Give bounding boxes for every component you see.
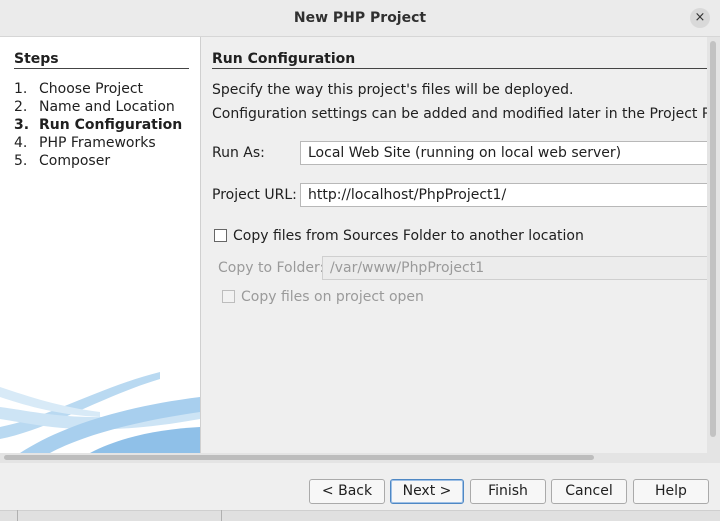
copy-files-checkbox[interactable] <box>214 229 227 242</box>
copy-files-checkbox-row[interactable]: Copy files from Sources Folder to anothe… <box>214 228 584 244</box>
step-item: 2. Name and Location <box>14 98 182 116</box>
back-button[interactable]: < Back <box>309 479 385 504</box>
vertical-scrollbar[interactable] <box>707 37 720 453</box>
description-line-1: Specify the way this project's files wil… <box>212 82 574 98</box>
copy-files-label: Copy files from Sources Folder to anothe… <box>233 228 584 244</box>
horizontal-scrollbar[interactable] <box>0 453 720 463</box>
step-item: 4. PHP Frameworks <box>14 134 182 152</box>
bottom-divider <box>17 510 18 521</box>
step-label: Composer <box>39 153 111 169</box>
step-number: 2. <box>14 99 28 115</box>
steps-list: 1. Choose Project 2. Name and Location 3. R… <box>14 80 182 170</box>
step-label: Name and Location <box>39 99 175 115</box>
bottom-divider <box>221 510 222 521</box>
step-number: 3. <box>14 117 30 133</box>
copy-to-folder-input: /var/www/PhpProject1 <box>322 256 707 280</box>
copy-on-open-label: Copy files on project open <box>241 289 424 305</box>
title-bar: New PHP Project × <box>0 0 720 37</box>
description-line-2: Configuration settings can be added and … <box>212 106 707 122</box>
step-label: PHP Frameworks <box>39 135 156 151</box>
step-label: Run Configuration <box>39 117 183 133</box>
new-php-project-dialog: New PHP Project × Steps 1. Choose Project… <box>0 0 720 521</box>
window-title: New PHP Project <box>293 10 427 26</box>
copy-on-open-checkbox-row: Copy files on project open <box>222 289 424 305</box>
next-button[interactable]: Next > <box>390 479 464 504</box>
vertical-scroll-thumb[interactable] <box>710 41 716 437</box>
horizontal-scroll-thumb[interactable] <box>4 455 594 460</box>
run-configuration-panel: Run Configuration Specify the way this p… <box>201 37 707 453</box>
copy-to-folder-label: Copy to Folder: <box>218 260 325 276</box>
panel-divider <box>212 68 707 69</box>
step-number: 5. <box>14 153 28 169</box>
step-label: Choose Project <box>39 81 144 97</box>
run-as-select[interactable]: Local Web Site (running on local web ser… <box>300 141 707 165</box>
copy-on-open-checkbox <box>222 290 235 303</box>
steps-divider <box>14 68 189 69</box>
bottom-edge <box>0 510 720 521</box>
cancel-button[interactable]: Cancel <box>551 479 627 504</box>
step-item: 1. Choose Project <box>14 80 182 98</box>
close-icon[interactable]: × <box>690 8 710 28</box>
run-as-label: Run As: <box>212 145 265 161</box>
project-url-label: Project URL: <box>212 187 297 203</box>
panel-title: Run Configuration <box>212 51 356 67</box>
step-number: 4. <box>14 135 28 151</box>
finish-button[interactable]: Finish <box>470 479 546 504</box>
step-item-current: 3. Run Configuration <box>14 116 182 134</box>
steps-panel: Steps 1. Choose Project 2. Name and Locati… <box>0 37 201 453</box>
steps-title: Steps <box>14 51 59 67</box>
step-item: 5. Composer <box>14 152 182 170</box>
project-url-input[interactable]: http://localhost/PhpProject1/ <box>300 183 707 207</box>
help-button[interactable]: Help <box>633 479 709 504</box>
step-number: 1. <box>14 81 28 97</box>
decorative-wave-graphic <box>0 372 200 453</box>
